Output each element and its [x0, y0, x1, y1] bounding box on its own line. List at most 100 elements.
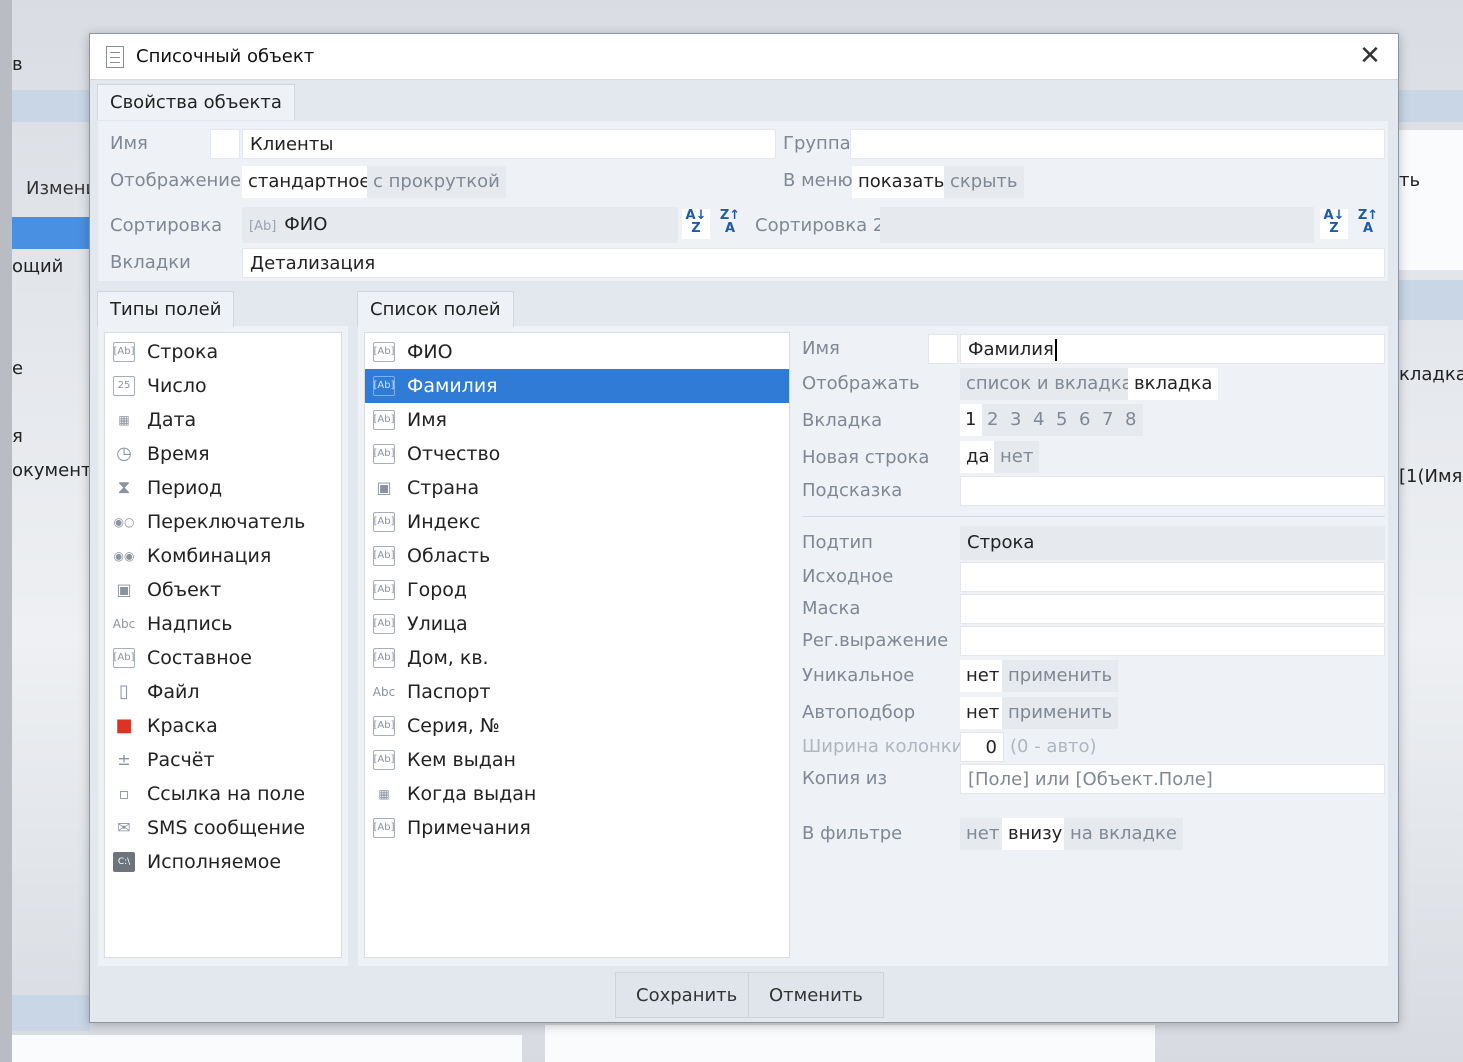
background-bottom-panel	[12, 1035, 522, 1062]
subtype-select[interactable]: Строка	[960, 526, 1385, 560]
unique-option-no[interactable]: нет	[960, 660, 1006, 692]
column-width-input[interactable]: 0	[960, 732, 1004, 762]
regex-input[interactable]	[960, 626, 1385, 656]
field-item-selected[interactable]: [Ab] Фамилия	[365, 369, 789, 403]
new-line-option-no[interactable]: нет	[994, 441, 1040, 473]
field-item[interactable]: [Ab] Отчество	[371, 437, 787, 471]
field-name-prefix[interactable]	[928, 334, 958, 364]
show-option-tab[interactable]: вкладка	[1128, 368, 1219, 400]
field-name-input[interactable]: Фамилия	[960, 334, 1385, 364]
field-item[interactable]: ▦ Когда выдан	[371, 777, 787, 811]
in-menu-option-show[interactable]: показать	[852, 166, 951, 198]
background-item: е	[12, 358, 24, 379]
display-option-standard[interactable]: стандартное	[242, 166, 377, 198]
unique-apply-button[interactable]: применить	[1002, 660, 1119, 692]
tab-option-4[interactable]: 4	[1028, 404, 1051, 436]
field-item[interactable]: [Ab] Имя	[371, 403, 787, 437]
field-item[interactable]: ▣ Страна	[371, 471, 787, 505]
sort2-select[interactable]	[880, 207, 1314, 243]
background-dropdown[interactable]: в	[12, 54, 23, 75]
field-item[interactable]: [Ab] Дом, кв.	[371, 641, 787, 675]
field-type-color[interactable]: ■ Краска	[111, 709, 339, 743]
tab-option-6[interactable]: 6	[1074, 404, 1097, 436]
new-line-option-yes[interactable]: да	[960, 441, 996, 473]
sort-ascending-icon[interactable]: A↓ Z	[682, 209, 710, 239]
field-type-field-link[interactable]: ▫ Ссылка на поле	[111, 777, 339, 811]
background-item: ощий	[12, 256, 64, 277]
file-icon: ▯	[119, 681, 129, 702]
name-input[interactable]: Клиенты	[242, 129, 776, 159]
in-filter-option-no[interactable]: нет	[960, 818, 1006, 850]
number-type-icon: 25	[113, 376, 135, 396]
field-item[interactable]: Abc Паспорт	[371, 675, 787, 709]
field-type-composite[interactable]: [Ab] Составное	[111, 641, 339, 675]
field-item[interactable]: [Ab] Улица	[371, 607, 787, 641]
background-right-item: [1(Имя	[1399, 466, 1463, 487]
mask-input[interactable]	[960, 594, 1385, 624]
string-type-icon: [Ab]	[249, 219, 277, 234]
field-type-sms[interactable]: ✉ SMS сообщение	[111, 811, 339, 845]
field-type-combination[interactable]: ◉◉ Комбинация	[111, 539, 339, 573]
field-type-string[interactable]: [Ab] Строка	[111, 335, 339, 369]
tab-option-7[interactable]: 7	[1097, 404, 1120, 436]
field-type-executable[interactable]: C:\ Исполняемое	[111, 845, 339, 879]
tab-field-list[interactable]: Список полей	[357, 291, 514, 327]
field-item[interactable]: [Ab] Область	[371, 539, 787, 573]
in-filter-option-tab[interactable]: на вкладке	[1064, 818, 1183, 850]
tab-option-1[interactable]: 1	[960, 404, 982, 436]
field-type-calculation[interactable]: ± Расчёт	[111, 743, 339, 777]
tab-option-3[interactable]: 3	[1005, 404, 1028, 436]
name-prefix-field[interactable]	[210, 129, 240, 159]
dialog-titlebar[interactable]: Списочный объект	[90, 34, 1398, 80]
sort2-descending-icon[interactable]: Z↑ A	[1354, 209, 1382, 239]
field-item[interactable]: [Ab] Город	[371, 573, 787, 607]
tab-option-5[interactable]: 5	[1051, 404, 1074, 436]
field-type-number[interactable]: 25 Число	[111, 369, 339, 403]
field-type-time[interactable]: ◷ Время	[111, 437, 339, 471]
field-type-period[interactable]: ⧗ Период	[111, 471, 339, 505]
copy-from-input[interactable]: [Поле] или [Объект.Поле]	[960, 764, 1385, 794]
field-item[interactable]: [Ab] Кем выдан	[371, 743, 787, 777]
sort2-ascending-icon[interactable]: A↓ Z	[1320, 209, 1348, 239]
display-option-scroll[interactable]: с прокруткой	[367, 166, 506, 198]
field-item[interactable]: [Ab] Серия, №	[371, 709, 787, 743]
calendar-icon: ▦	[118, 413, 130, 427]
in-filter-label: В фильтре	[802, 823, 903, 844]
autopick-apply-button[interactable]: применить	[1002, 697, 1119, 729]
field-type-date[interactable]: ▦ Дата	[111, 403, 339, 437]
field-type-switch[interactable]: ◉○ Переключатель	[111, 505, 339, 539]
sort-select[interactable]: [Ab] ФИО	[242, 207, 678, 243]
field-type-caption[interactable]: Abc Надпись	[111, 607, 339, 641]
close-icon[interactable]: ✕	[1356, 42, 1384, 70]
tab-object-properties[interactable]: Свойства объекта	[97, 84, 295, 120]
source-input[interactable]	[960, 562, 1385, 592]
save-button[interactable]: Сохранить	[615, 972, 759, 1018]
in-filter-option-bottom[interactable]: внизу	[1002, 818, 1069, 850]
field-type-object[interactable]: ▣ Объект	[111, 573, 339, 607]
string-type-icon: [Ab]	[373, 410, 395, 430]
show-option-list-and-tab[interactable]: список и вкладка	[960, 368, 1139, 400]
field-item[interactable]: [Ab] Индекс	[371, 505, 787, 539]
field-item[interactable]: [Ab] Примечания	[371, 811, 787, 845]
tab-field-types[interactable]: Типы полей	[97, 291, 235, 327]
sort2-label: Сортировка 2	[755, 215, 885, 236]
field-list: [Ab] ФИО [Ab] Фамилия [Ab] Имя [Ab] Отчество…	[364, 332, 790, 958]
new-line-label: Новая строка	[802, 447, 930, 468]
field-item[interactable]: [Ab] ФИО	[371, 335, 787, 369]
tab-option-2[interactable]: 2	[982, 404, 1005, 436]
string-type-icon: [Ab]	[373, 342, 395, 362]
autopick-option-no[interactable]: нет	[960, 697, 1006, 729]
dialog-title: Списочный объект	[136, 46, 315, 67]
hint-input[interactable]	[960, 476, 1385, 506]
field-name-label: Имя	[802, 338, 840, 359]
caption-icon: Abc	[372, 685, 396, 699]
group-input[interactable]	[850, 129, 1385, 159]
tabs-input[interactable]: Детализация	[242, 248, 1385, 278]
checkbox-combo-icon: ◉◉	[113, 549, 135, 563]
cancel-button[interactable]: Отменить	[748, 972, 884, 1018]
field-type-file[interactable]: ▯ Файл	[111, 675, 339, 709]
tab-option-8[interactable]: 8	[1120, 404, 1143, 436]
background-edit-button[interactable]: Измени	[26, 178, 97, 199]
in-menu-option-hide[interactable]: скрыть	[944, 166, 1024, 198]
sort-descending-icon[interactable]: Z↑ A	[716, 209, 744, 239]
